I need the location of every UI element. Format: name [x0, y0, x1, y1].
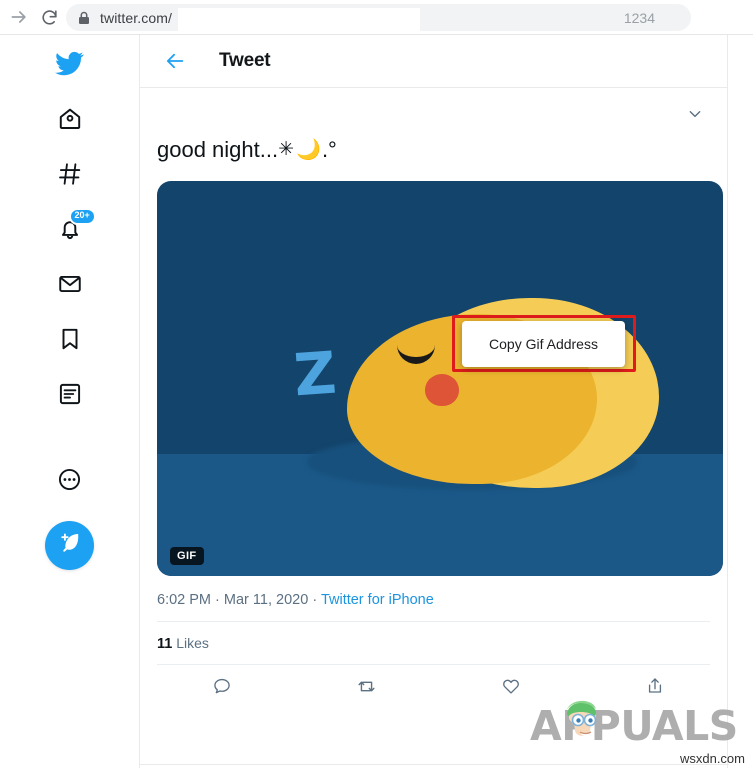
url-selection-highlight — [178, 8, 420, 32]
bottom-divider — [140, 764, 729, 765]
likes-count: 11 — [157, 635, 173, 652]
right-rail — [729, 35, 753, 768]
tweet-likes[interactable]: 11 Likes — [157, 622, 710, 665]
omnibox-right-text: 1234 — [623, 9, 655, 26]
retweet-button[interactable] — [351, 674, 381, 704]
sidebar-item-home[interactable] — [45, 96, 95, 146]
tweet-detail: good night... ✳ 🌙 .° Z GIF Copy Gif Addr… — [140, 88, 727, 713]
compose-tweet-button[interactable] — [45, 521, 94, 570]
list-icon — [57, 381, 83, 412]
sparkle-emoji: ✳ — [278, 138, 295, 160]
chevron-down-icon[interactable] — [683, 102, 707, 126]
comment-icon — [212, 676, 232, 701]
tweet-time: 6:02 PM — [157, 591, 211, 608]
tweet-gif-media[interactable]: Z GIF Copy Gif Address — [157, 180, 723, 576]
page-title: Tweet — [219, 50, 271, 71]
share-up-arrow-icon — [645, 676, 665, 701]
gif-badge: GIF — [170, 546, 204, 565]
browser-toolbar: twitter.com/ 1234 — [0, 0, 753, 35]
sidebar-item-explore[interactable] — [45, 151, 95, 201]
share-button[interactable] — [640, 674, 670, 704]
menu-item-copy-gif-address[interactable]: Copy Gif Address — [489, 336, 598, 352]
sidebar-item-twitter-logo[interactable] — [45, 41, 95, 91]
home-icon — [57, 106, 83, 137]
envelope-icon — [57, 271, 83, 302]
gif-blob-mouth — [425, 373, 459, 406]
sidebar-item-bookmarks[interactable] — [45, 316, 95, 366]
gif-sleep-z: Z — [291, 338, 339, 409]
meta-separator-2: · — [312, 591, 318, 608]
like-button[interactable] — [496, 674, 526, 704]
tweet-meta: 6:02 PM · Mar 11, 2020 · Twitter for iPh… — [157, 577, 710, 622]
hashtag-icon — [57, 161, 83, 192]
lock-icon — [78, 11, 90, 25]
feather-plus-icon — [57, 530, 83, 561]
address-bar[interactable]: twitter.com/ 1234 — [66, 4, 691, 32]
tweet-actions — [157, 665, 710, 713]
main-column: Tweet good night... ✳ 🌙 .° Z GIF Copy Gi… — [140, 35, 728, 768]
url-text: twitter.com/ — [100, 9, 172, 26]
tweet-source-link[interactable]: Twitter for iPhone — [321, 592, 434, 608]
tweet-date: Mar 11, 2020 — [223, 591, 309, 608]
sidebar-item-more[interactable] — [45, 457, 95, 507]
tweet-text-body: good night... — [157, 137, 279, 162]
sidebar: 20+ — [0, 35, 140, 768]
tweet-header: Tweet — [140, 35, 727, 88]
page-content: 20+ Tweet good night... ✳ 🌙 .° Z GIF Cop… — [0, 35, 753, 768]
sidebar-item-messages[interactable] — [45, 261, 95, 311]
more-dots-icon — [57, 467, 82, 497]
meta-separator-1: · — [215, 591, 220, 608]
twitter-bird-icon — [55, 49, 84, 83]
bookmark-icon — [57, 326, 83, 357]
context-menu[interactable]: Copy Gif Address — [462, 320, 625, 367]
back-arrow-icon[interactable] — [158, 44, 192, 78]
tweet-text-tail: .° — [321, 137, 337, 162]
crescent-moon-emoji: 🌙 — [296, 139, 321, 162]
forward-arrow-icon[interactable] — [4, 2, 34, 32]
reply-button[interactable] — [207, 674, 237, 704]
browser-window: twitter.com/ 1234 20+ Tweet good night..… — [0, 0, 753, 768]
sidebar-item-notifications[interactable]: 20+ — [45, 206, 96, 256]
retweet-icon — [356, 676, 377, 702]
tweet-top-row — [157, 88, 710, 136]
reload-icon[interactable] — [34, 2, 64, 32]
sidebar-item-lists[interactable] — [45, 371, 95, 421]
likes-label: Likes — [176, 634, 209, 651]
heart-icon — [501, 676, 521, 701]
notification-badge: 20+ — [68, 208, 96, 225]
tweet-text: good night... ✳ 🌙 .° — [157, 136, 710, 179]
